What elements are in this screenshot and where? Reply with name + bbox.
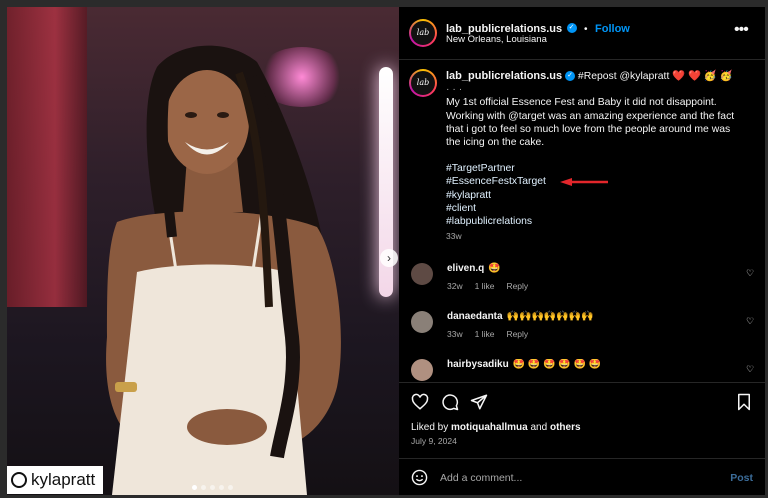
add-comment-input[interactable]: Add a comment...	[440, 472, 522, 484]
comment-text: 🤩	[488, 263, 501, 274]
caption-dots: · · ·	[446, 84, 463, 96]
comment-likes[interactable]: 1 like	[475, 281, 495, 291]
comment-username[interactable]: danaedanta	[447, 311, 503, 322]
comment-avatar[interactable]	[411, 263, 433, 285]
post-photo[interactable]: ›	[7, 7, 399, 495]
comment-item: danaedanta 🙌🙌🙌🙌🙌🙌🙌 33w 1 like Reply ♡	[411, 311, 761, 347]
carousel-dot	[219, 485, 224, 490]
carousel-dot	[192, 485, 197, 490]
caption-first-line: lab_publicrelations.us ✓ #Repost @kylapr…	[446, 70, 756, 83]
tagged-user-name: kylapratt	[31, 470, 96, 489]
follow-button[interactable]: Follow	[595, 23, 630, 35]
caption-avatar[interactable]: lab	[409, 69, 437, 97]
comment-avatar[interactable]	[411, 311, 433, 333]
liked-by-others[interactable]: others	[550, 422, 581, 433]
account-avatar[interactable]: lab	[409, 19, 437, 47]
carousel-dot	[210, 485, 215, 490]
post-caption: lab_publicrelations.us ✓ #Repost @kylapr…	[446, 70, 756, 243]
avatar-label: lab	[416, 78, 430, 87]
instagram-icon	[11, 472, 27, 488]
hashtag-link[interactable]: #TargetPartner	[446, 162, 756, 175]
comment-like-icon[interactable]: ♡	[746, 269, 755, 278]
emoji-icon[interactable]	[411, 469, 428, 486]
hashtag-link[interactable]: #kylapratt	[446, 189, 756, 202]
comment-text: 🤩 🤩 🤩 🤩 🤩 🤩	[512, 359, 602, 370]
liked-by-user[interactable]: motiquahallmua	[451, 422, 528, 433]
avatar-label: lab	[416, 28, 430, 37]
caption-line: that i got to feel so much love from the…	[446, 123, 731, 135]
caption-username[interactable]: lab_publicrelations.us	[446, 70, 562, 82]
post-panel: lab lab_publicrelations.us ✓ • Follow Ne…	[399, 7, 765, 495]
post-date: July 9, 2024	[411, 436, 457, 446]
comment-age: 32w	[447, 281, 463, 291]
reply-button[interactable]: Reply	[506, 281, 528, 291]
caption-line: Working with @target was an amazing expe…	[446, 110, 735, 122]
person-figure	[106, 45, 341, 495]
action-bar	[399, 382, 765, 423]
comment-like-icon[interactable]: ♡	[746, 365, 755, 374]
add-comment-bar: Add a comment... Post	[399, 458, 765, 496]
carousel-dot	[228, 485, 233, 490]
like-heart-icon[interactable]	[411, 393, 429, 411]
caption-repost: #Repost @kylapratt	[577, 71, 670, 82]
next-photo-button[interactable]: ›	[380, 249, 398, 267]
post-comment-button[interactable]: Post	[730, 472, 753, 484]
hashtag-link[interactable]: #client	[446, 202, 756, 215]
comment-text: 🙌🙌🙌🙌🙌🙌🙌	[506, 311, 594, 322]
more-horizontal-icon[interactable]: •••	[734, 21, 749, 39]
comment-like-icon[interactable]: ♡	[746, 317, 755, 326]
bookmark-icon[interactable]	[736, 393, 752, 411]
comment-icon[interactable]	[441, 393, 459, 411]
carousel-indicator	[192, 485, 233, 490]
caption-line: the icing on the cake.	[446, 137, 545, 149]
share-icon[interactable]	[470, 393, 488, 411]
comment-age: 33w	[447, 329, 463, 339]
annotation-arrow-icon	[560, 178, 608, 186]
reply-button[interactable]: Reply	[506, 329, 528, 339]
tagged-user-chip[interactable]: kylapratt	[7, 466, 104, 494]
liked-by-prefix: Liked by	[411, 422, 449, 433]
comment-username[interactable]: hairbysadiku	[447, 359, 509, 370]
verified-icon: ✓	[565, 71, 576, 82]
caption-age: 33w	[446, 231, 462, 242]
comment-likes[interactable]: 1 like	[475, 329, 495, 339]
hashtag-link[interactable]: #labpublicrelations	[446, 215, 756, 228]
liked-by-and: and	[530, 422, 548, 433]
post-header: lab lab_publicrelations.us ✓ • Follow Ne…	[399, 7, 765, 60]
comment-item: hairbysadiku 🤩 🤩 🤩 🤩 🤩 🤩 ♡	[411, 359, 761, 381]
comment-item: eliven.q 🤩 32w 1 like Reply ♡	[411, 263, 761, 299]
comment-username[interactable]: eliven.q	[447, 263, 484, 274]
caption-emoji: ❤️ ❤️ 🥳 🥳	[672, 71, 733, 82]
carousel-dot	[201, 485, 206, 490]
verified-icon: ✓	[566, 22, 577, 33]
post-location[interactable]: New Orleans, Louisiana	[446, 34, 547, 45]
liked-by: Liked by motiquahallmua and others	[411, 422, 581, 433]
header-separator: •	[584, 24, 588, 35]
caption-line: My 1st official Essence Fest and Baby it…	[446, 97, 717, 109]
comment-avatar[interactable]	[411, 359, 433, 381]
